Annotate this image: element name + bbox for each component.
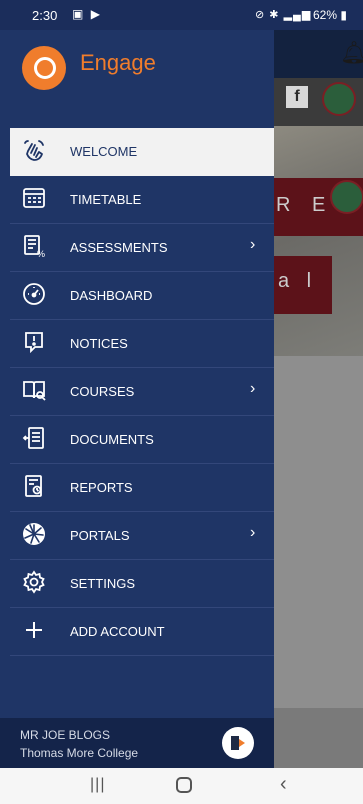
- menu-item-label: DASHBOARD: [70, 288, 153, 303]
- banner-text: R E: [276, 194, 334, 216]
- user-name: MR JOE BLOGS: [20, 728, 111, 742]
- menu-item-label: REPORTS: [70, 480, 133, 495]
- recent-apps-button[interactable]: |||: [90, 776, 105, 794]
- menu-item-dashboard[interactable]: DASHBOARD: [10, 272, 274, 320]
- chevron-right-icon: ›: [250, 380, 256, 397]
- logout-button[interactable]: [222, 727, 254, 759]
- wave-hand-icon: [22, 138, 46, 162]
- signal-icon: ▂▄▆: [283, 9, 312, 21]
- menu-item-welcome[interactable]: WELCOME: [10, 128, 274, 176]
- menu-item-settings[interactable]: SETTINGS: [10, 560, 274, 608]
- battery-text: 62%: [313, 8, 338, 22]
- gallery-icon: ▣: [72, 7, 86, 21]
- mute-icon: ⊘: [255, 9, 266, 21]
- menu-item-notices[interactable]: NOTICES: [10, 320, 274, 368]
- chevron-right-icon: ›: [250, 236, 256, 253]
- play-icon: ▶: [90, 7, 102, 21]
- timetable-icon: [22, 186, 46, 210]
- facebook-icon[interactable]: f: [286, 86, 308, 108]
- menu-item-label: TIMETABLE: [70, 192, 142, 207]
- notice-icon: [22, 330, 46, 354]
- status-notification-icons: ▣ ▶: [72, 7, 102, 21]
- battery-level: 62% ▮: [313, 8, 347, 22]
- system-navigation-bar: ||| ‹: [0, 768, 363, 804]
- portal-icon: [22, 522, 46, 546]
- book-icon: [22, 378, 46, 402]
- plus-icon: [22, 618, 46, 642]
- menu-item-label: NOTICES: [70, 336, 128, 351]
- svg-text:%: %: [37, 249, 45, 258]
- battery-icon: ▮: [340, 8, 347, 22]
- bluetooth-icon: ✱: [269, 9, 280, 21]
- back-button[interactable]: ‹: [280, 773, 287, 796]
- chevron-right-icon: ›: [250, 524, 256, 541]
- school-photo: [274, 126, 363, 356]
- menu-item-label: DOCUMENTS: [70, 432, 154, 447]
- school-crest-icon: [330, 180, 363, 214]
- menu-item-label: ADD ACCOUNT: [70, 624, 165, 639]
- school-name: Thomas More College: [20, 746, 139, 760]
- gear-icon: [22, 570, 46, 594]
- menu-item-label: PORTALS: [70, 528, 130, 543]
- menu-item-add-account[interactable]: ADD ACCOUNT: [10, 608, 274, 656]
- app-name: Engage: [80, 50, 156, 75]
- bell-icon[interactable]: 🔔︎: [340, 40, 363, 66]
- menu-item-label: WELCOME: [70, 144, 138, 159]
- logout-icon: [231, 736, 245, 750]
- menu-item-portals[interactable]: PORTALS ›: [10, 512, 274, 560]
- status-bar: 2:30 ▣ ▶ ⊘ ✱ ▂▄▆ 62% ▮: [0, 0, 363, 30]
- menu-item-documents[interactable]: DOCUMENTS: [10, 416, 274, 464]
- banner-text: a l: [278, 270, 318, 292]
- banner-strip: a l: [274, 256, 332, 314]
- navigation-drawer: Engage WELCOME TIMETABLE % ASSESSMENTS ›…: [0, 30, 274, 798]
- status-system-icons: ⊘ ✱ ▂▄▆: [255, 8, 311, 21]
- menu-item-courses[interactable]: COURSES ›: [10, 368, 274, 416]
- menu-item-reports[interactable]: REPORTS: [10, 464, 274, 512]
- engage-logo-icon: [22, 46, 66, 90]
- assessments-icon: %: [22, 234, 46, 259]
- background-header: 🔔︎: [274, 30, 363, 78]
- home-button[interactable]: [176, 777, 192, 793]
- menu-item-label: COURSES: [70, 384, 135, 399]
- menu-item-label: ASSESSMENTS: [70, 240, 168, 255]
- status-time: 2:30: [32, 8, 58, 23]
- school-crest-icon[interactable]: [322, 82, 356, 116]
- reports-icon: [22, 474, 46, 498]
- background-app-content[interactable]: 🔔︎ f R E a l: [274, 30, 363, 708]
- drawer-header: Engage: [0, 30, 274, 128]
- documents-icon: [22, 426, 46, 450]
- dashboard-gauge-icon: [22, 282, 46, 306]
- social-row: f: [274, 78, 363, 126]
- menu-item-label: SETTINGS: [70, 576, 136, 591]
- menu-item-assessments[interactable]: % ASSESSMENTS ›: [10, 224, 274, 272]
- menu-item-timetable[interactable]: TIMETABLE: [10, 176, 274, 224]
